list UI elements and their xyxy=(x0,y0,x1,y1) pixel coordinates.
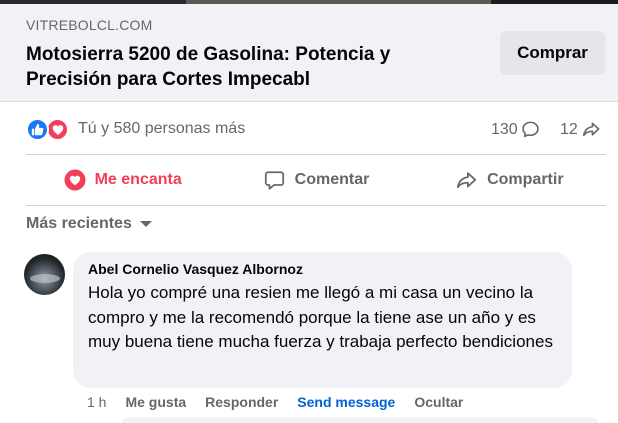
share-arrow-icon xyxy=(582,122,600,137)
comment-count-value: 130 xyxy=(491,120,518,138)
comment-sort-dropdown[interactable]: Más recientes xyxy=(26,213,153,235)
link-title[interactable]: Motosierra 5200 de Gasolina: Potencia y … xyxy=(26,42,446,92)
comment-icon xyxy=(264,171,284,190)
reply-bubble-partial xyxy=(120,417,600,423)
reactions-summary-bar: Tú y 580 personas más 130 12 xyxy=(26,116,606,144)
comment-author[interactable]: Abel Cornelio Vasquez Albornoz xyxy=(88,261,558,277)
share-label: Compartir xyxy=(487,171,564,188)
share-icon xyxy=(457,172,477,189)
avatar[interactable] xyxy=(24,254,65,295)
comment-count[interactable]: 130 xyxy=(491,120,540,139)
share-count-value: 12 xyxy=(560,120,578,138)
divider xyxy=(26,205,606,206)
buy-button[interactable]: Comprar xyxy=(500,31,605,75)
comment-bubble: Abel Cornelio Vasquez Albornoz Hola yo c… xyxy=(73,252,572,388)
post-actions-bar: Me encanta Comentar Compartir xyxy=(26,158,606,202)
comment-button[interactable]: Comentar xyxy=(219,158,412,202)
share-button[interactable]: Compartir xyxy=(413,158,606,202)
divider xyxy=(26,154,606,155)
sort-label: Más recientes xyxy=(26,215,132,232)
comment-timestamp[interactable]: 1 h xyxy=(87,394,106,410)
comment-like-link[interactable]: Me gusta xyxy=(125,394,186,410)
comment-actions: 1 h Me gusta Responder Send message Ocul… xyxy=(87,394,463,410)
comment-text: Hola yo compré una resien me llegó a mi … xyxy=(88,283,553,351)
comment-bubble-icon xyxy=(521,121,539,138)
hide-comment-link[interactable]: Ocultar xyxy=(414,394,463,410)
like-icon xyxy=(26,118,49,141)
comment-label: Comentar xyxy=(294,171,370,188)
love-reaction-label: Me encanta xyxy=(94,171,182,188)
love-reaction-button[interactable]: Me encanta xyxy=(26,158,219,202)
comment-reply-link[interactable]: Responder xyxy=(205,394,278,410)
love-heart-icon xyxy=(64,169,86,191)
link-preview-card[interactable]: VITREBOLCL.COM Motosierra 5200 de Gasoli… xyxy=(0,4,618,102)
reactions-summary-text[interactable]: Tú y 580 personas más xyxy=(78,120,245,138)
chevron-down-icon xyxy=(139,221,152,227)
link-domain: VITREBOLCL.COM xyxy=(26,17,153,33)
send-message-link[interactable]: Send message xyxy=(297,394,395,410)
share-count[interactable]: 12 xyxy=(560,120,601,139)
reaction-icons[interactable] xyxy=(26,118,72,142)
love-icon xyxy=(46,118,69,141)
